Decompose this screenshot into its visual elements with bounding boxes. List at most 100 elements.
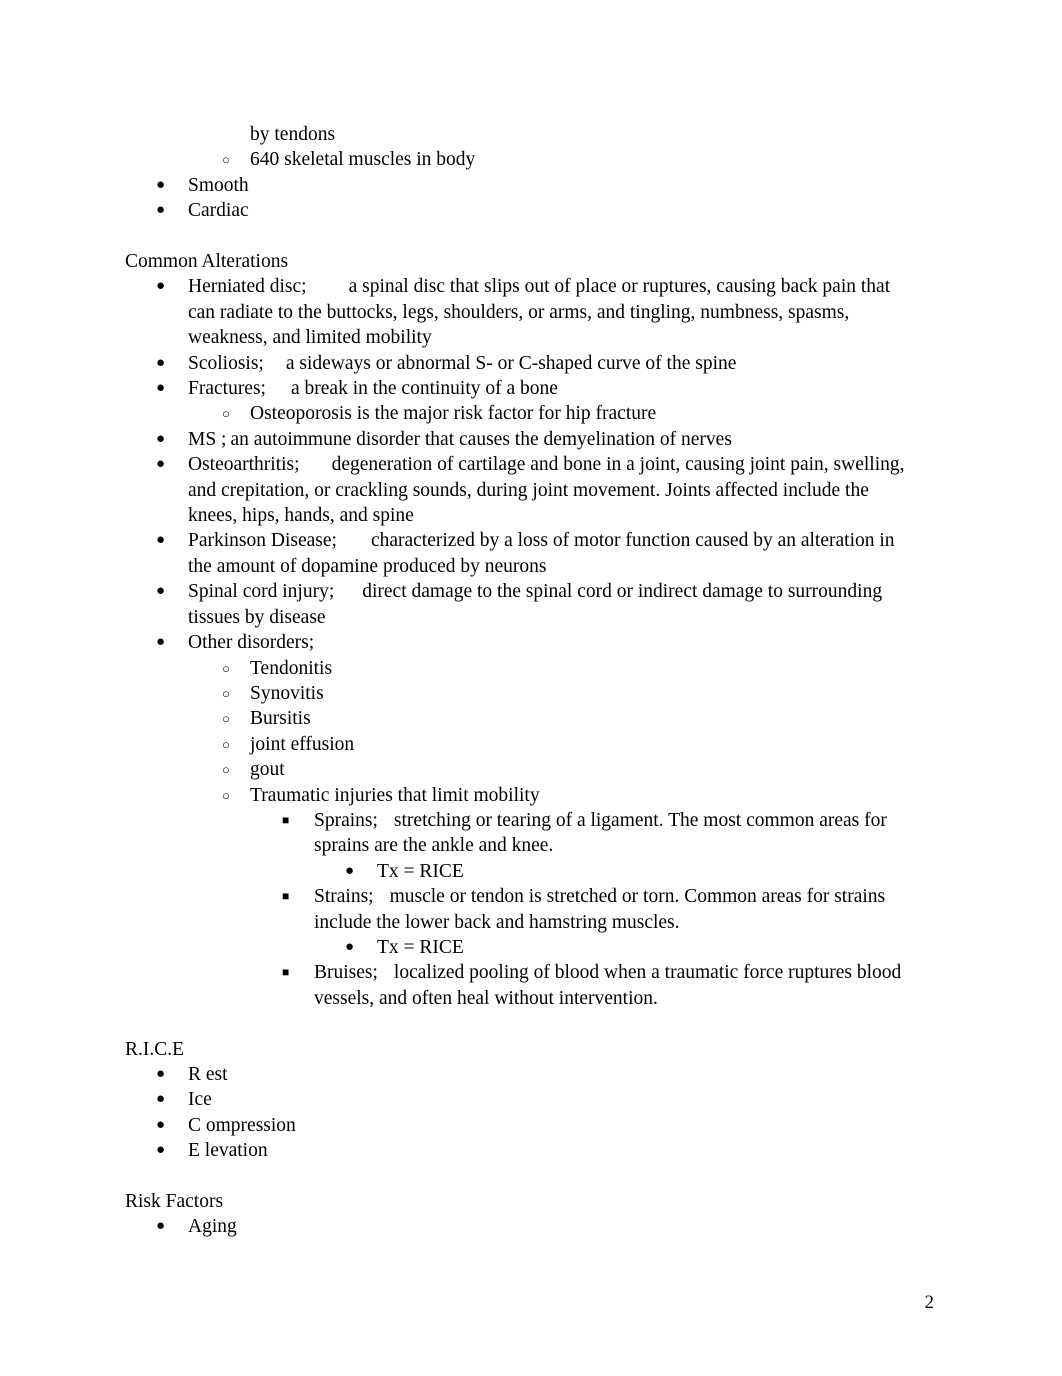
disc-bullet-icon: ● <box>156 634 166 651</box>
disc-bullet-icon: ● <box>156 176 166 193</box>
term-label: Scoliosis; <box>188 352 264 374</box>
list-item-text: Scoliosis; a sideways or abnormal S- or C… <box>188 351 915 376</box>
document-body: by tendons ○ 640 skeletal muscles in bod… <box>125 122 915 1240</box>
disc-bullet-icon: ● <box>345 938 355 955</box>
list-item: ● C ompression <box>125 1113 915 1138</box>
list-item: ● Spinal cord injury; direct damage to th… <box>125 579 915 630</box>
disc-bullet-icon: ● <box>156 456 166 473</box>
square-bullet-icon: ■ <box>282 889 290 904</box>
list-item-label: Osteoporosis is the major risk factor fo… <box>250 403 657 425</box>
disc-bullet-icon: ● <box>156 1218 166 1235</box>
disc-bullet-icon: ● <box>156 532 166 549</box>
list-item: ● Other disorders; <box>125 630 915 655</box>
list-item: ● Parkinson Disease; characterized by a l… <box>125 528 915 579</box>
list-item: ● E levation <box>125 1138 915 1163</box>
list-item-label: E levation <box>188 1140 268 1162</box>
list-item: ● Tx = RICE <box>125 859 915 884</box>
list-item: ● Herniated disc; a spinal disc that slip… <box>125 274 915 350</box>
circle-bullet-icon: ○ <box>222 787 230 803</box>
square-bullet-icon: ■ <box>282 965 290 980</box>
section-heading-rice: R.I.C.E <box>125 1038 185 1060</box>
disc-bullet-icon: ● <box>156 1066 166 1082</box>
section-heading-risk-factors: Risk Factors <box>125 1191 224 1213</box>
list-item-label: C ompression <box>188 1114 296 1136</box>
list-item: ○ Synovitis <box>125 681 915 706</box>
term-label: MS ; <box>188 428 227 450</box>
disc-bullet-icon: ● <box>156 202 166 219</box>
list-item: ● Ice <box>125 1087 915 1112</box>
list-item-label: joint effusion <box>250 733 355 755</box>
term-label: Fractures; <box>188 378 266 400</box>
continuation-line: by tendons <box>250 124 336 145</box>
circle-bullet-icon: ○ <box>222 152 230 168</box>
list-item-label: Smooth <box>188 174 249 196</box>
definition-text: stretching or tearing of a ligament. The… <box>314 809 892 857</box>
disc-bullet-icon: ● <box>345 862 355 879</box>
circle-bullet-icon: ○ <box>222 736 230 752</box>
list-item-label: Other disorders; <box>188 632 315 654</box>
list-item: ○ gout <box>125 757 915 782</box>
list-item: ○ joint effusion <box>125 732 915 757</box>
term-label: Strains; <box>314 886 374 908</box>
list-item-label: R est <box>188 1064 228 1085</box>
circle-bullet-icon: ○ <box>222 660 230 676</box>
disc-bullet-icon: ● <box>156 278 166 295</box>
document-page: by tendons ○ 640 skeletal muscles in bod… <box>0 0 1062 1376</box>
term-label: Bruises; <box>314 962 378 984</box>
treatment-label: Tx = RICE <box>377 860 464 882</box>
list-item-text: Herniated disc; a spinal disc that slips … <box>188 274 915 350</box>
square-bullet-icon: ■ <box>282 812 290 827</box>
disc-bullet-icon: ● <box>156 1091 166 1108</box>
disc-bullet-icon: ● <box>156 1142 166 1159</box>
circle-bullet-icon: ○ <box>222 685 230 701</box>
list-item-label: 640 skeletal muscles in body <box>250 149 476 171</box>
disc-bullet-icon: ● <box>156 430 166 447</box>
treatment-label: Tx = RICE <box>377 936 464 958</box>
list-item-text: Sprains; stretching or tearing of a ligam… <box>314 808 915 859</box>
list-item: ● R est <box>125 1062 915 1087</box>
list-item-label: Ice <box>188 1089 212 1111</box>
definition-text: localized pooling of blood when a trauma… <box>314 962 907 1009</box>
list-item: ● Aging <box>125 1214 915 1239</box>
list-item: ● Osteoarthritis; degeneration of cartila… <box>125 452 915 528</box>
definition-text: an autoimmune disorder that causes the d… <box>230 428 732 450</box>
term-label: Herniated disc; <box>188 276 307 298</box>
disc-bullet-icon: ● <box>156 583 166 600</box>
list-item-text: Parkinson Disease; characterized by a los… <box>188 528 915 579</box>
list-item: ● Cardiac <box>125 198 915 223</box>
list-item: ● Smooth <box>125 173 915 198</box>
term-label: Osteoarthritis; <box>188 454 300 476</box>
list-item: ● Scoliosis; a sideways or abnormal S- or… <box>125 351 915 376</box>
list-item-text: Fractures; a break in the continuity of a… <box>188 376 915 401</box>
list-item: ○ Bursitis <box>125 706 915 731</box>
list-item: ○ Tendonitis <box>125 656 915 681</box>
list-item-label: Synovitis <box>250 682 324 704</box>
definition-text: muscle or tendon is stretched or torn. C… <box>314 886 890 933</box>
disc-bullet-icon: ● <box>156 380 166 397</box>
list-item: ● MS ; an autoimmune disorder that causes… <box>125 427 915 452</box>
list-item: ○ 640 skeletal muscles in body <box>125 147 915 172</box>
disc-bullet-icon: ● <box>156 1116 166 1133</box>
list-item-label: Traumatic injuries that limit mobility <box>250 784 540 806</box>
disc-bullet-icon: ● <box>156 354 166 371</box>
term-label: Spinal cord injury; <box>188 581 335 603</box>
list-item-text: Bruises; localized pooling of blood when … <box>314 960 915 1011</box>
list-item: ■ Sprains; stretching or tearing of a lig… <box>125 808 915 859</box>
list-item-label: Bursitis <box>250 708 311 730</box>
list-item: ● Tx = RICE <box>125 935 915 960</box>
definition-text: a sideways or abnormal S- or C-shaped cu… <box>285 352 737 374</box>
circle-bullet-icon: ○ <box>222 406 230 422</box>
list-item-label: Tendonitis <box>250 657 333 679</box>
list-item-text: Strains; muscle or tendon is stretched or… <box>314 884 915 935</box>
list-item: ○ Traumatic injuries that limit mobility <box>125 783 915 808</box>
list-item-text: MS ; an autoimmune disorder that causes t… <box>188 427 915 452</box>
term-label: Sprains; <box>314 809 378 831</box>
list-item-label: gout <box>250 759 285 781</box>
term-label: Parkinson Disease; <box>188 530 337 552</box>
page-number: 2 <box>924 1292 935 1313</box>
list-item: ■ Bruises; localized pooling of blood whe… <box>125 960 915 1011</box>
circle-bullet-icon: ○ <box>222 762 230 778</box>
list-item-text: Osteoarthritis; degeneration of cartilage… <box>188 452 915 528</box>
